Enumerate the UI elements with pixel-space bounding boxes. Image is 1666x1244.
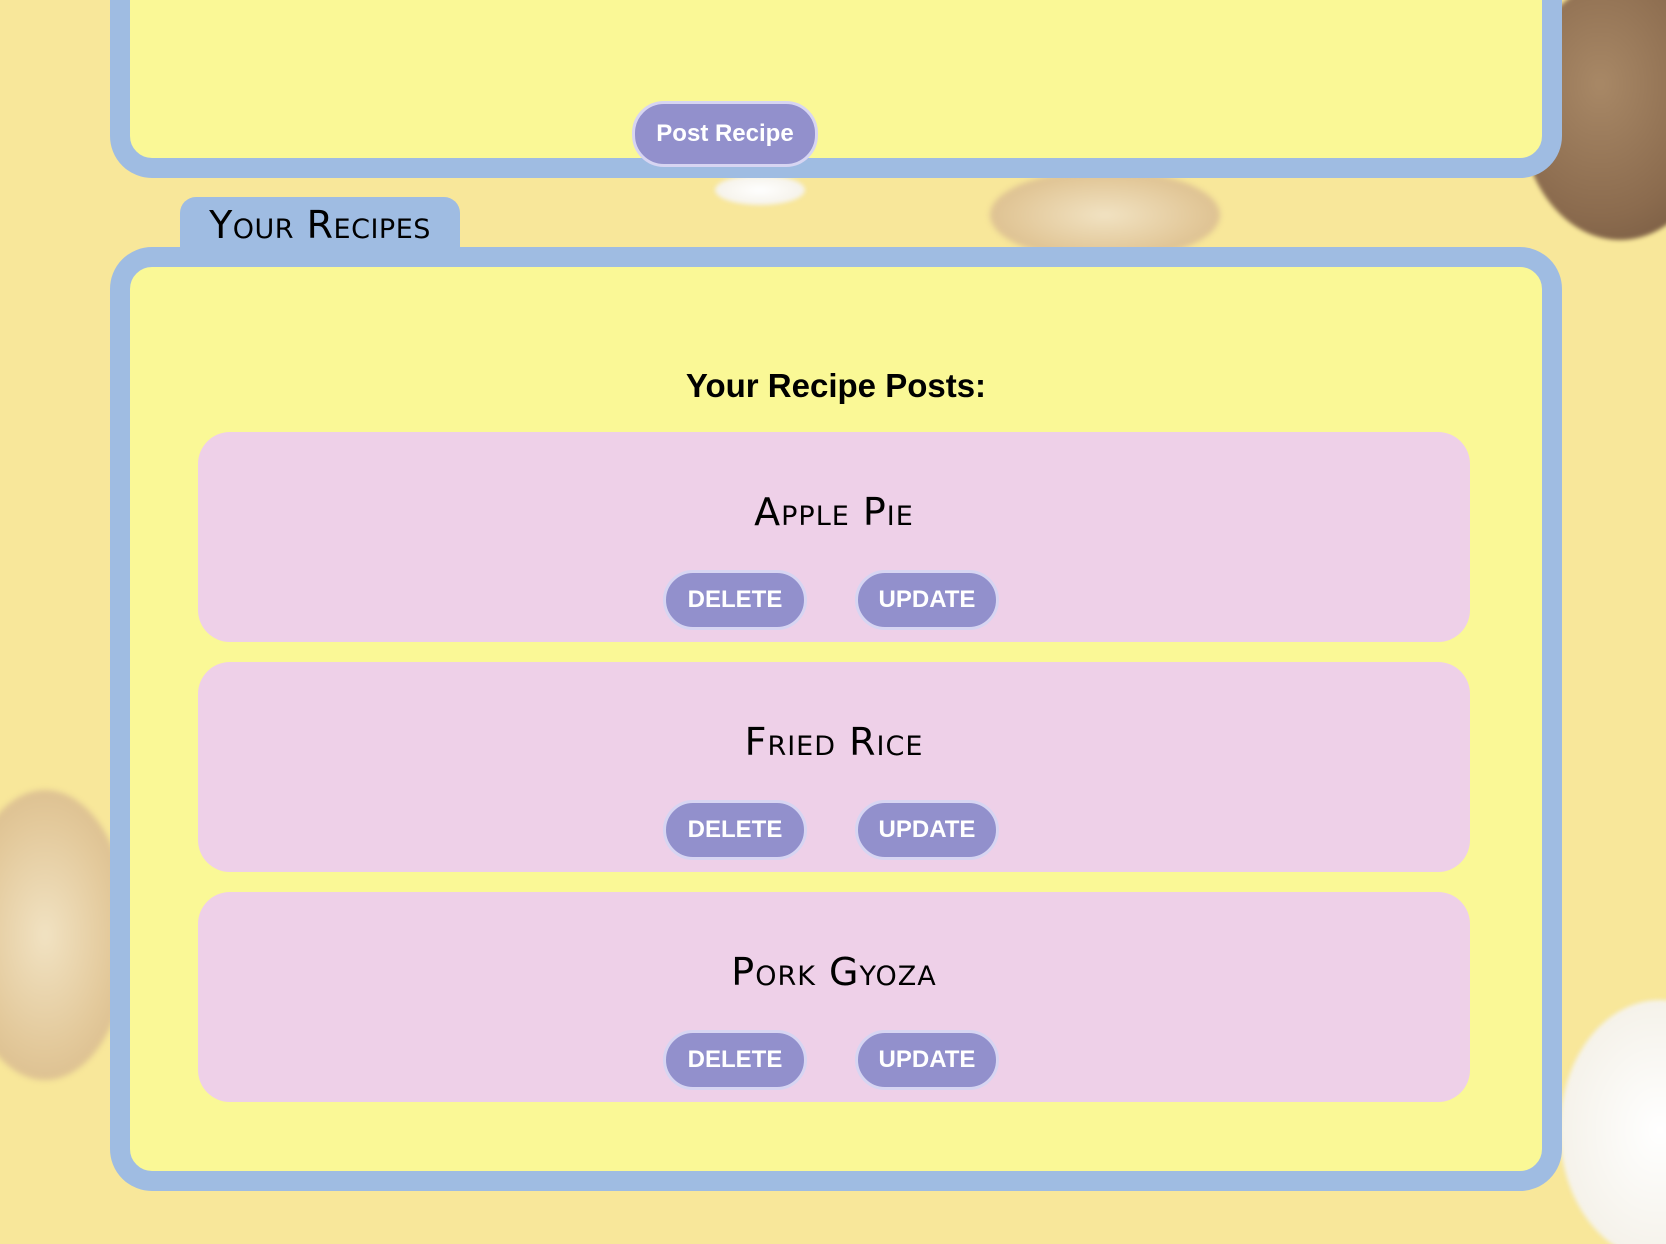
- recipe-actions: DELETE UPDATE: [198, 1030, 1470, 1090]
- update-recipe-button[interactable]: UPDATE: [855, 570, 999, 630]
- post-recipe-button[interactable]: Post Recipe: [632, 101, 818, 167]
- recipe-actions: DELETE UPDATE: [198, 570, 1470, 630]
- recipe-title: Pork Gyoza: [731, 950, 937, 994]
- recipe-posts-heading: Your Recipe Posts:: [685, 367, 987, 404]
- recipe-card-apple-pie: Apple Pie DELETE UPDATE: [198, 432, 1470, 642]
- post-recipe-panel: [110, 0, 1562, 178]
- recipe-card-fried-rice: Fried Rice DELETE UPDATE: [198, 662, 1470, 872]
- update-recipe-button[interactable]: UPDATE: [855, 800, 999, 860]
- delete-recipe-button[interactable]: DELETE: [663, 1030, 807, 1090]
- recipe-title: Apple Pie: [754, 490, 914, 534]
- recipe-card-pork-gyoza: Pork Gyoza DELETE UPDATE: [198, 892, 1470, 1102]
- recipe-title: Fried Rice: [744, 720, 924, 764]
- your-recipes-tab: Your Recipes: [180, 197, 460, 252]
- update-recipe-button[interactable]: UPDATE: [855, 1030, 999, 1090]
- delete-recipe-button[interactable]: DELETE: [663, 570, 807, 630]
- recipe-actions: DELETE UPDATE: [198, 800, 1470, 860]
- delete-recipe-button[interactable]: DELETE: [663, 800, 807, 860]
- your-recipes-panel: Your Recipe Posts: Apple Pie DELETE UPDA…: [110, 247, 1562, 1191]
